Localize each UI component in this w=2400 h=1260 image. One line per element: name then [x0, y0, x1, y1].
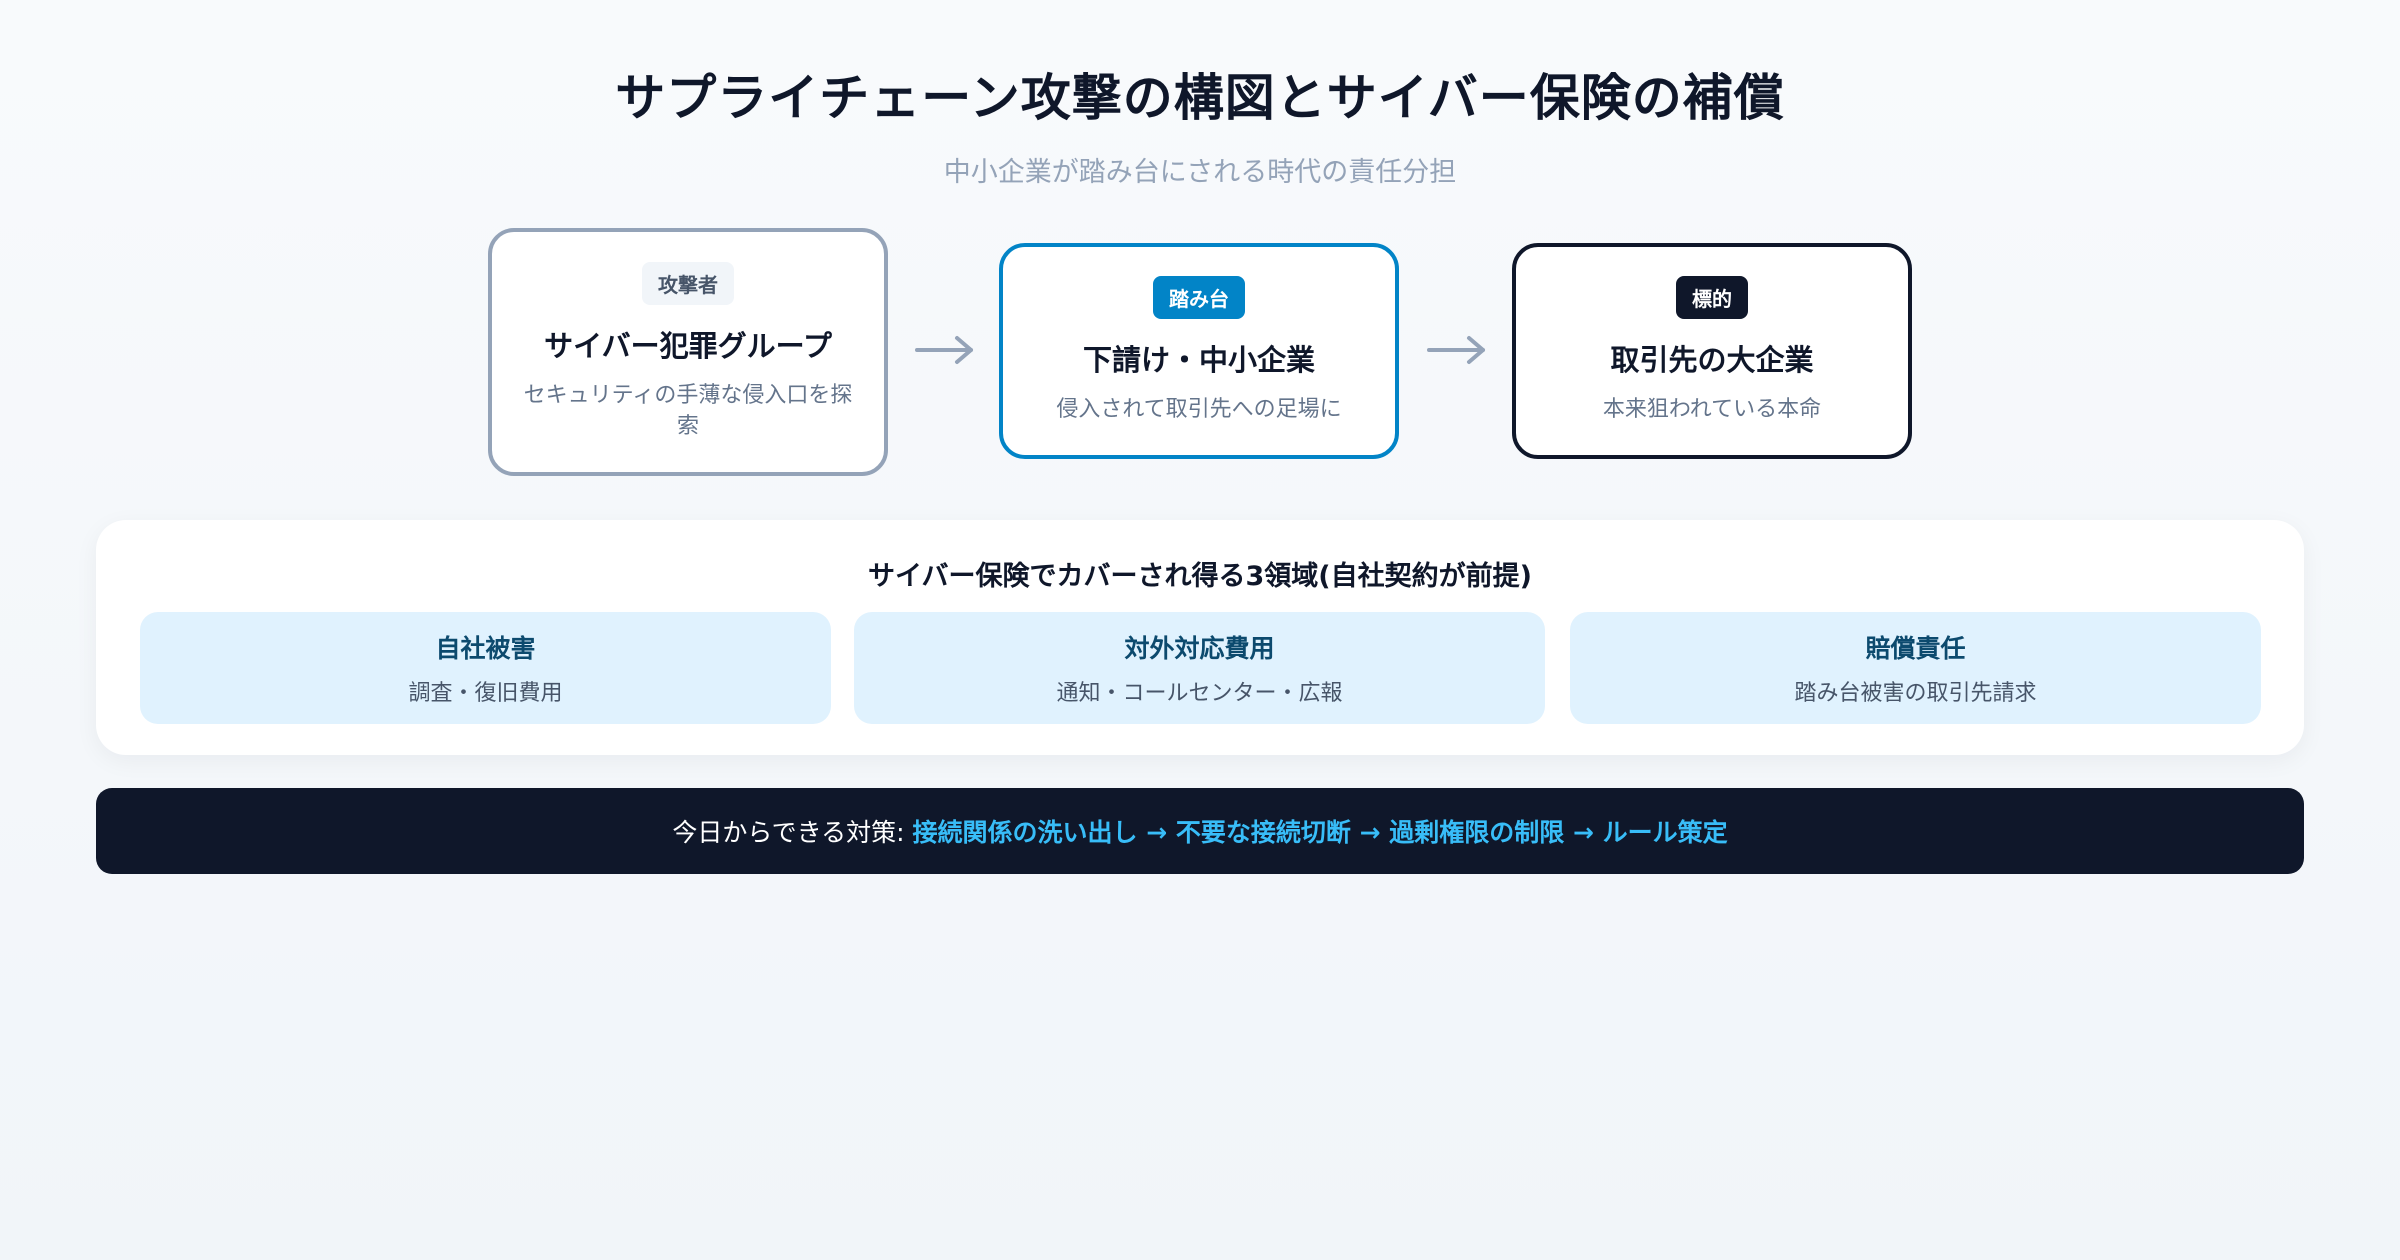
coverage-item-desc: 踏み台被害の取引先請求 — [1794, 681, 2037, 706]
coverage-item-title: 対外対応費用 — [1124, 634, 1275, 663]
coverage-panel: サイバー保険でカバーされ得る3領域(自社契約が前提) 自社被害 調査・復旧費用 … — [96, 520, 2304, 755]
right-arrow-icon — [915, 336, 973, 364]
stepping-stone-badge: 踏み台 — [1153, 276, 1245, 320]
action-bar: 今日からできる対策: 接続関係の洗い出し → 不要な接続切断 → 過剰権限の制限… — [96, 788, 2304, 874]
attacker-desc: セキュリティの手薄な侵入口を探索 — [523, 382, 853, 439]
coverage-title: サイバー保険でカバーされ得る3領域(自社契約が前提) — [868, 561, 1532, 592]
attacker-title: サイバー犯罪グループ — [544, 328, 832, 363]
coverage-item-desc: 通知・コールセンター・広報 — [1056, 681, 1343, 706]
coverage-item-liability: 賠償責任 踏み台被害の取引先請求 — [1570, 612, 2261, 724]
stepping-stone-desc: 侵入されて取引先への足場に — [1056, 397, 1342, 423]
target-title: 取引先の大企業 — [1610, 343, 1814, 378]
right-arrow-icon — [1427, 336, 1485, 364]
action-label: 今日からできる対策: — [672, 818, 905, 847]
coverage-item-own-damage: 自社被害 調査・復旧費用 — [140, 612, 831, 724]
stepping-stone-node: 踏み台 下請け・中小企業 侵入されて取引先への足場に — [999, 243, 1399, 459]
page-title: サプライチェーン攻撃の構図とサイバー保険の補償 — [615, 69, 1785, 127]
coverage-item-desc: 調査・復旧費用 — [408, 681, 563, 706]
action-steps: 接続関係の洗い出し → 不要な接続切断 → 過剰権限の制限 → ルール策定 — [912, 818, 1728, 847]
stepping-stone-title: 下請け・中小企業 — [1082, 343, 1315, 378]
coverage-item-response-costs: 対外対応費用 通知・コールセンター・広報 — [854, 612, 1545, 724]
coverage-item-title: 賠償責任 — [1865, 634, 1966, 663]
attacker-badge: 攻撃者 — [642, 261, 734, 305]
attacker-node: 攻撃者 サイバー犯罪グループ セキュリティの手薄な侵入口を探索 — [488, 228, 888, 476]
page-subtitle: 中小企業が踏み台にされる時代の責任分担 — [943, 157, 1457, 188]
target-desc: 本来狙われている本命 — [1602, 397, 1822, 423]
target-badge: 標的 — [1676, 276, 1748, 320]
coverage-item-title: 自社被害 — [435, 634, 536, 663]
target-node: 標的 取引先の大企業 本来狙われている本命 — [1512, 243, 1912, 459]
